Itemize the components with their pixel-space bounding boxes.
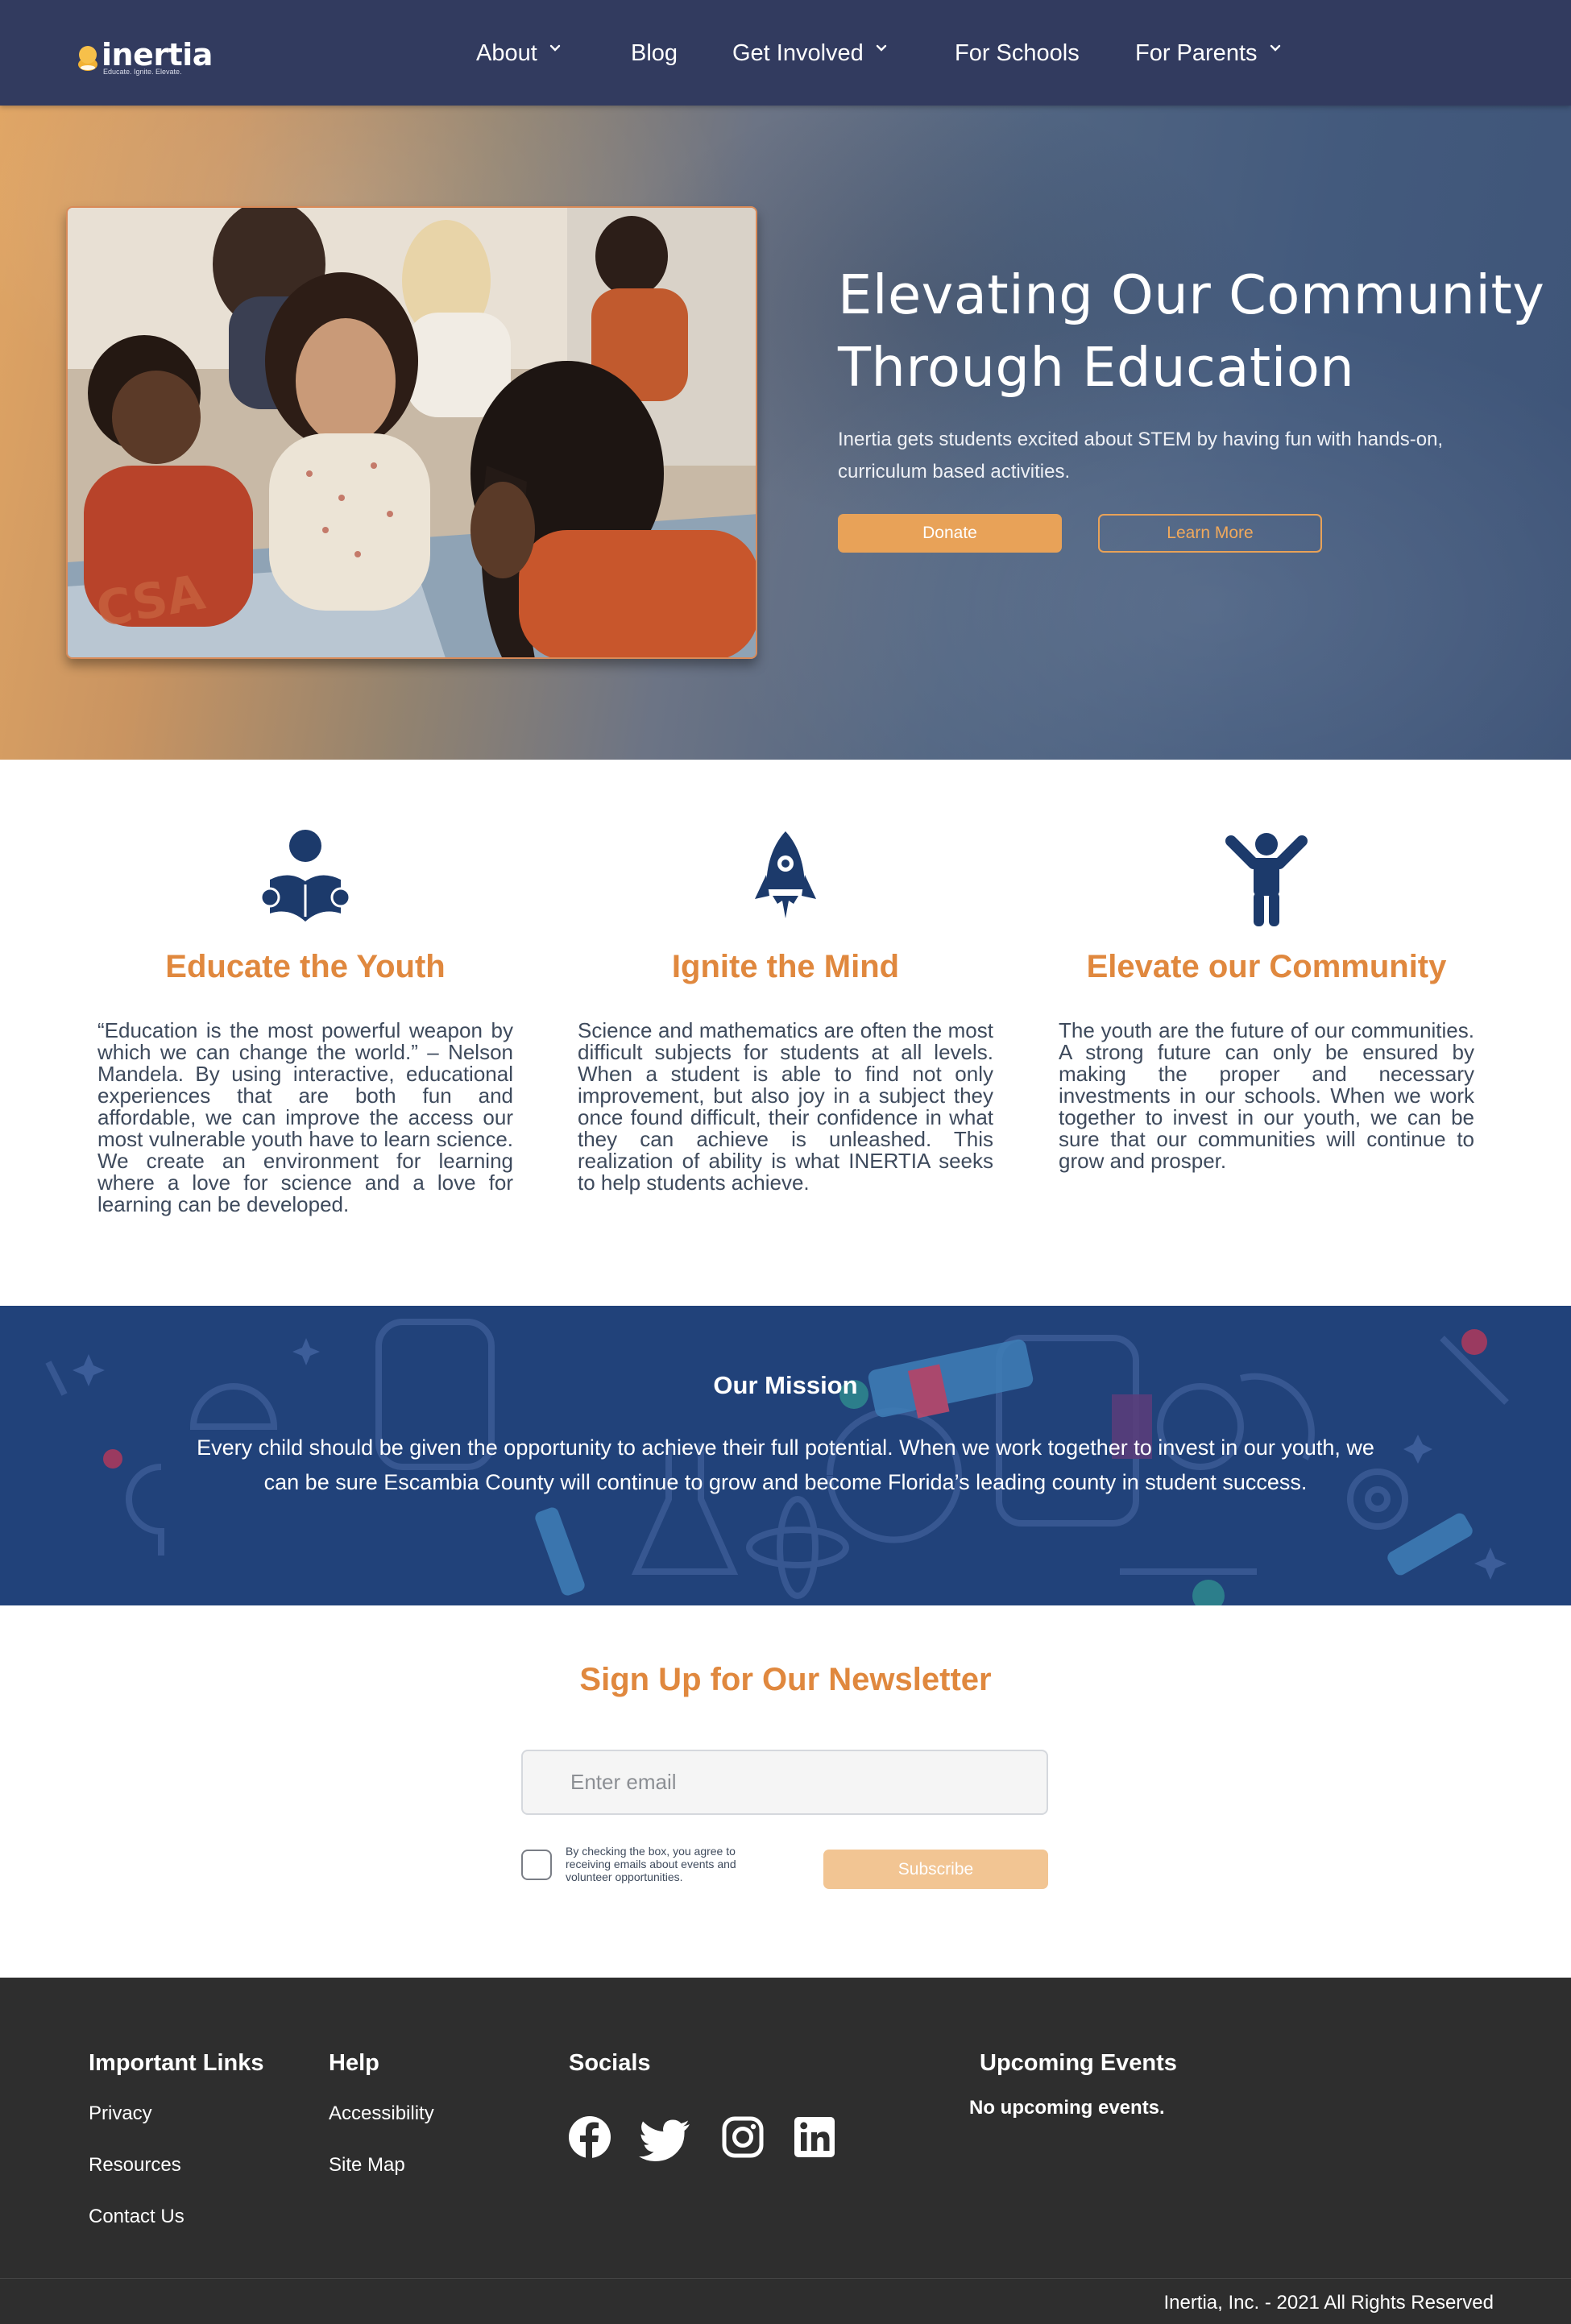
- footer-link-contact-us[interactable]: Contact Us: [89, 2206, 184, 2228]
- mission-text: Every child should be given the opportun…: [197, 1435, 1374, 1494]
- footer-link-resources[interactable]: Resources: [89, 2154, 181, 2177]
- rocket-icon: [755, 831, 816, 918]
- logo-mark-icon: [78, 46, 97, 71]
- pillar-title: Ignite the Mind: [671, 949, 900, 984]
- footer-heading-upcoming-events: Upcoming Events: [980, 2050, 1177, 2076]
- footer-divider: [0, 2278, 1571, 2279]
- consent-text: By checking the box, you agree to receiv…: [566, 1845, 736, 1883]
- chevron-down-icon: [876, 44, 887, 52]
- nav-get-involved-label: Get Involved: [732, 39, 864, 66]
- twitter-icon[interactable]: [639, 2119, 690, 2163]
- nav-get-involved[interactable]: Get Involved: [732, 37, 888, 69]
- nav-for-schools[interactable]: For Schools: [955, 37, 1080, 69]
- email-input[interactable]: [521, 1750, 1048, 1815]
- chevron-down-icon: [1270, 44, 1280, 52]
- nav-for-parents[interactable]: For Parents: [1135, 37, 1282, 69]
- pillar-text: Science and mathematics are often the mo…: [578, 1018, 993, 1195]
- nav-for-schools-label: For Schools: [955, 39, 1080, 66]
- hero-title: Elevating Our Community Through Educatio…: [838, 263, 1545, 399]
- pillar-text: The youth are the future of our communit…: [1059, 1018, 1474, 1173]
- footer-heading-help: Help: [329, 2050, 379, 2076]
- facebook-icon[interactable]: [567, 2115, 612, 2160]
- instagram-icon[interactable]: [722, 2116, 764, 2158]
- no-events-text: No upcoming events.: [969, 2097, 1165, 2119]
- linkedin-icon[interactable]: [794, 2116, 835, 2158]
- nav-about-label: About: [476, 39, 537, 66]
- nav-blog-label: Blog: [631, 39, 678, 66]
- hero-photo: CSA: [66, 206, 757, 659]
- newsletter-title: Sign Up for Our Newsletter: [579, 1662, 992, 1697]
- pillar-title: Elevate our Community: [1086, 949, 1447, 984]
- top-navigation: inertia Educate. Ignite. Elevate. About …: [0, 0, 1571, 106]
- footer-heading-important-links: Important Links: [89, 2050, 264, 2076]
- hero-subtitle: Inertia gets students excited about STEM…: [838, 429, 1444, 483]
- footer-heading-socials: Socials: [569, 2050, 651, 2076]
- copyright-text: Inertia, Inc. - 2021 All Rights Reserved: [1163, 2292, 1494, 2314]
- subscribe-button[interactable]: Subscribe: [823, 1850, 1048, 1889]
- nav-about[interactable]: About: [476, 37, 562, 69]
- footer-link-site-map[interactable]: Site Map: [329, 2154, 405, 2177]
- consent-checkbox[interactable]: [521, 1850, 552, 1880]
- hero-section: CSA Elevating Our Community Through Educ…: [0, 106, 1571, 760]
- logo-tagline: Educate. Ignite. Elevate.: [103, 68, 182, 76]
- chevron-down-icon: [549, 44, 560, 52]
- reading-person-icon: [259, 830, 351, 922]
- footer-link-privacy[interactable]: Privacy: [89, 2102, 152, 2125]
- footer: Important Links Privacy Resources Contac…: [0, 1978, 1571, 2324]
- pillar-text: “Education is the most powerful weapon b…: [97, 1018, 513, 1216]
- mission-title: Our Mission: [713, 1371, 858, 1399]
- person-raised-arms-icon: [1225, 833, 1308, 926]
- nav-blog[interactable]: Blog: [631, 37, 678, 69]
- mission-section: Our Mission Every child should be given …: [0, 1306, 1571, 1605]
- donate-button[interactable]: Donate: [838, 514, 1062, 553]
- classroom-photo-illustration: CSA: [68, 208, 756, 657]
- pillar-title: Educate the Youth: [165, 949, 446, 984]
- learn-more-button[interactable]: Learn More: [1098, 514, 1322, 553]
- footer-link-accessibility[interactable]: Accessibility: [329, 2102, 434, 2125]
- logo[interactable]: inertia Educate. Ignite. Elevate.: [77, 37, 213, 77]
- nav-for-parents-label: For Parents: [1135, 39, 1258, 66]
